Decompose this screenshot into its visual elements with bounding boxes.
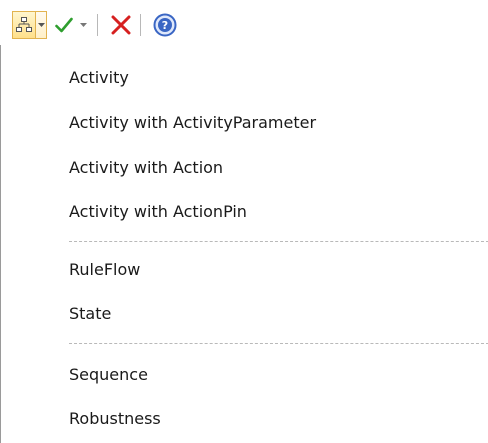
menu-item-state[interactable]: State [69,298,111,328]
close-icon [111,15,131,35]
diagram-type-dropdown[interactable] [35,11,47,39]
menu-item-ruleflow[interactable]: RuleFlow [69,254,140,284]
menu-item-activity-with-activityparameter[interactable]: Activity with ActivityParameter [69,107,316,137]
checkmark-icon [55,17,73,33]
svg-text:?: ? [162,19,168,32]
menu-item-activity-with-actionpin[interactable]: Activity with ActionPin [69,196,247,226]
menu-separator [69,343,488,344]
close-button[interactable] [110,12,132,38]
menu-item-robustness[interactable]: Robustness [69,403,161,433]
toolbar: ? [0,0,488,45]
diagram-hierarchy-icon [16,17,32,32]
chevron-down-icon [79,22,87,27]
diagram-type-button[interactable] [12,11,35,39]
help-button[interactable]: ? [152,11,178,39]
menu-item-sequence[interactable]: Sequence [69,359,148,389]
chevron-down-icon [37,22,45,27]
toolbar-separator [140,14,141,36]
help-icon: ? [153,13,177,37]
apply-button[interactable] [53,12,75,38]
menu-separator [69,241,488,242]
menu-item-activity-with-action[interactable]: Activity with Action [69,152,223,182]
apply-dropdown[interactable] [77,12,89,38]
menu-item-activity[interactable]: Activity [69,62,129,92]
diagram-type-menu: Activity Activity with ActivityParameter… [0,45,488,443]
toolbar-separator [97,14,98,36]
